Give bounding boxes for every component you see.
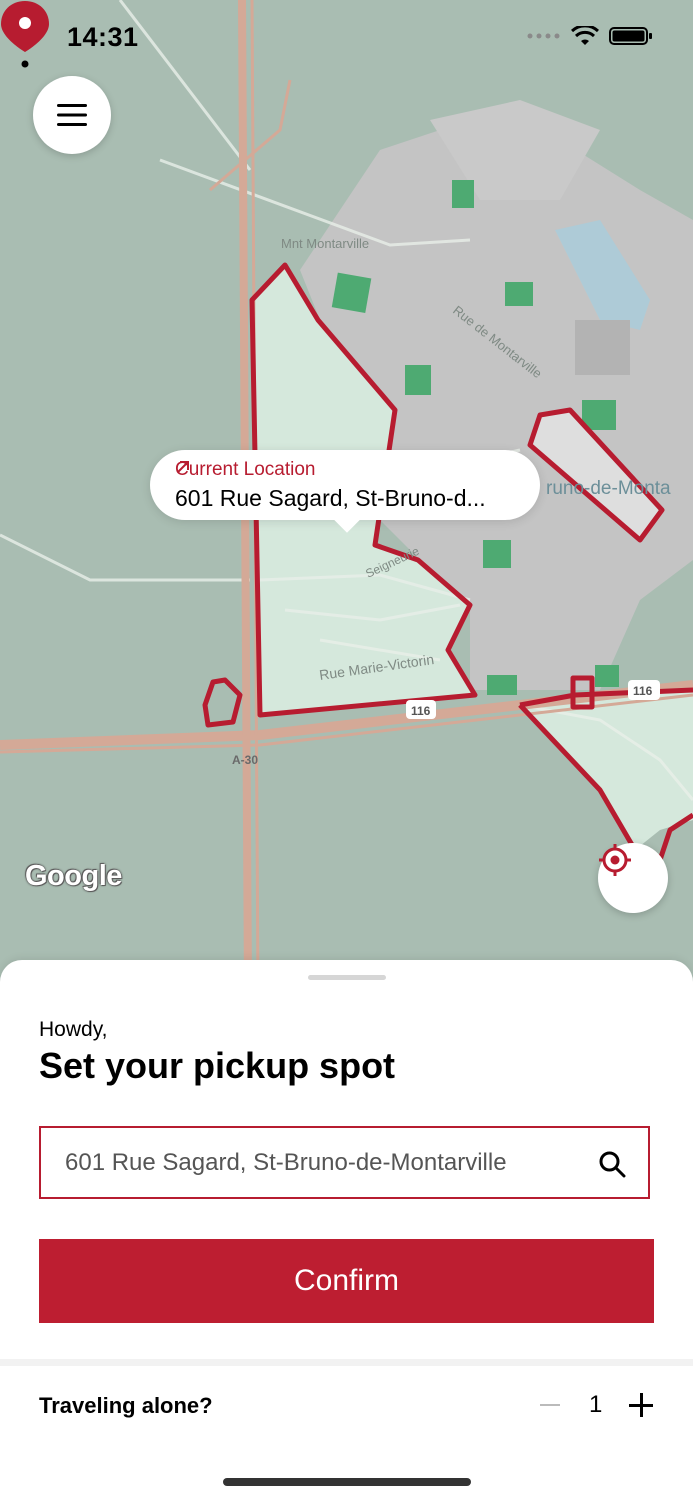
map-label-street-1: Mnt Montarville — [281, 236, 369, 251]
current-location-bubble[interactable]: Current Location 601 Rue Sagard, St-Brun… — [150, 450, 540, 520]
greeting-text: Howdy, — [39, 1018, 108, 1041]
recenter-location-button[interactable] — [598, 843, 668, 913]
arrow-up-right-icon — [177, 461, 189, 473]
passenger-count: 1 — [589, 1391, 603, 1418]
crosshair-icon — [599, 844, 631, 876]
passenger-stepper: 1 — [535, 1385, 655, 1425]
pickup-search-box[interactable] — [39, 1126, 650, 1199]
hamburger-menu-icon — [57, 104, 87, 126]
decrement-button[interactable] — [540, 1404, 560, 1406]
section-divider — [0, 1359, 693, 1366]
highway-a30-label: A-30 — [232, 753, 258, 767]
pickup-search-input[interactable] — [65, 1128, 565, 1197]
page-title: Set your pickup spot — [39, 1045, 396, 1086]
wifi-icon — [571, 26, 599, 45]
confirm-button[interactable]: Confirm — [39, 1239, 654, 1323]
status-icons — [527, 26, 653, 46]
current-location-label: Current Location — [175, 459, 316, 480]
current-location-label-row: Current Location — [175, 459, 315, 481]
route-116-shield: 116 — [411, 704, 431, 718]
pickup-bottom-sheet: Howdy, Set your pickup spot Confirm Trav… — [0, 960, 693, 1500]
home-indicator — [223, 1478, 471, 1486]
battery-icon — [609, 27, 652, 45]
sheet-grabber[interactable] — [308, 975, 386, 980]
map-view[interactable]: Mnt Montarville Rue de Montarville Rue M… — [0, 0, 693, 990]
menu-button[interactable] — [33, 76, 111, 154]
status-bar: 14:31 — [0, 0, 693, 80]
traveling-alone-label: Traveling alone? — [39, 1393, 213, 1418]
map-label-city: runo-de-Monta — [546, 478, 671, 499]
cellular-signal-icon — [527, 33, 560, 39]
route-116-shield-east: 116 — [633, 684, 653, 698]
status-time: 14:31 — [67, 22, 139, 52]
current-location-address: 601 Rue Sagard, St-Bruno-d... — [175, 485, 486, 511]
google-logo: Google — [25, 860, 122, 892]
increment-button[interactable] — [629, 1393, 653, 1417]
search-icon[interactable] — [598, 1150, 626, 1178]
